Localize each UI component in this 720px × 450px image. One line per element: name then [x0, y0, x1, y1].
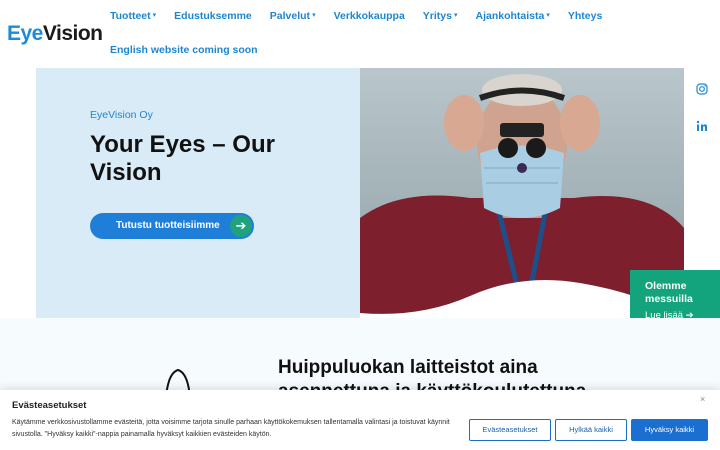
chevron-down-icon: ▾ [312, 12, 316, 19]
accept-all-button[interactable]: Hyväksy kaikki [631, 419, 708, 441]
logo-text-vision: Vision [42, 22, 103, 45]
arrow-right-icon: ➔ [230, 215, 252, 237]
logo-text-eye: Eye [7, 22, 43, 45]
nav-item-palvelut[interactable]: Palvelut ▾ [270, 10, 316, 22]
nav-item-ajankohtaista[interactable]: Ajankohtaista ▾ [475, 10, 549, 22]
main-nav: Tuotteet ▾ Edustuksemme Palvelut ▾ Verkkok… [110, 10, 620, 22]
hero-subtitle: EyeVision Oy [90, 109, 153, 121]
nav-item-yhteys[interactable]: Yhteys [568, 10, 602, 22]
chevron-down-icon: ▾ [546, 12, 550, 19]
cookie-description: Käytämme verkkosivustollamme evästeitä, … [12, 419, 450, 438]
nav-label: Palvelut [269, 10, 311, 22]
site-logo[interactable]: EyeVision [7, 22, 103, 46]
nav-item-tuotteet[interactable]: Tuotteet ▾ [110, 10, 156, 22]
linkedin-icon[interactable] [696, 120, 708, 132]
explore-products-button[interactable]: Tutustu tuotteisiimme ➔ [90, 213, 254, 239]
chevron-down-icon: ▾ [152, 12, 157, 19]
close-icon[interactable]: × [700, 394, 705, 404]
nav-item-english[interactable]: English website coming soon [110, 44, 258, 56]
cookie-title: Evästeasetukset [12, 400, 87, 411]
promo-title: Olemme messuilla [645, 280, 693, 305]
nav-item-verkkokauppa[interactable]: Verkkokauppa [334, 10, 405, 22]
nav-label: Yhteys [567, 10, 603, 22]
nav-label: Edustuksemme [174, 10, 252, 22]
cookie-settings-button[interactable]: Evästeasetukset [469, 419, 551, 441]
instagram-icon[interactable] [696, 83, 708, 95]
nav-label: Yritys [422, 10, 452, 22]
reject-all-button[interactable]: Hylkää kaikki [555, 419, 627, 441]
explore-products-label: Tutustu tuotteisiimme [116, 220, 220, 231]
hero-panel [36, 68, 360, 318]
chevron-down-icon: ▾ [453, 12, 458, 19]
nav-label: Ajankohtaista [475, 10, 545, 22]
nav-item-edustuksemme[interactable]: Edustuksemme [174, 10, 252, 22]
nav-item-yritys[interactable]: Yritys ▾ [423, 10, 458, 22]
nav-label: Tuotteet [110, 10, 151, 22]
nav-label: Verkkokauppa [333, 10, 405, 22]
hero-title: Your Eyes – Our Vision [90, 131, 275, 186]
site-header: EyeVision Tuotteet ▾ Edustuksemme Palvelu… [0, 0, 720, 68]
